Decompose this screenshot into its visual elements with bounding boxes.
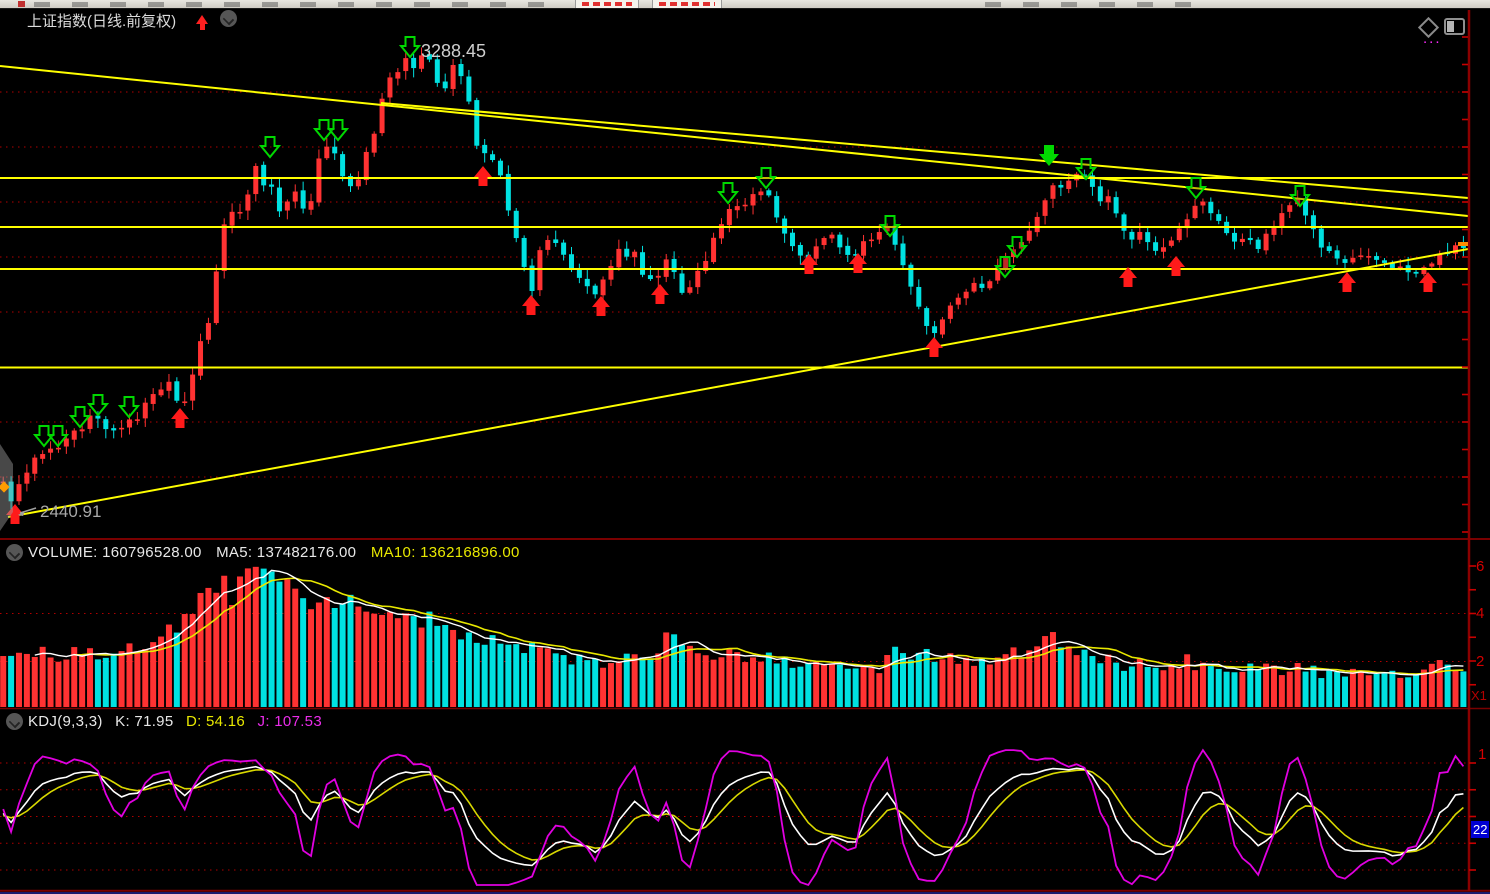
buy-arrow-icon (171, 408, 189, 428)
buy-arrow-icon (1419, 272, 1437, 292)
app-window: 上证指数(日线.前复权) ... 3288.45 2440.91 VOLUME:… (0, 0, 1490, 894)
volume-ma10-value: 136216896.00 (420, 544, 520, 561)
kdj-j-label: J: (258, 713, 270, 730)
sell-arrow-icon (89, 395, 107, 415)
kdj-header: KDJ(9,3,3) K: 71.95 D: 54.16 J: 107.53 (28, 713, 322, 730)
buy-arrow-icon (592, 296, 610, 316)
low-price-label: 2440.91 (40, 502, 101, 522)
volume-ma10-label: MA10: (371, 544, 416, 561)
buy-arrow-icon (522, 295, 540, 315)
menu-button-2[interactable] (652, 0, 722, 8)
menu-button-1[interactable] (575, 0, 639, 8)
buy-arrow-icon (1167, 256, 1185, 276)
kdj-j-value: 107.53 (274, 713, 322, 730)
gridlines (0, 92, 1468, 870)
volume-header: VOLUME: 160796528.00 MA5: 137482176.00 M… (28, 544, 520, 561)
sell-arrow-icon (1187, 178, 1205, 198)
sell-arrow-icon (120, 397, 138, 417)
kdj-d-value: 54.16 (206, 713, 245, 730)
chart-canvas[interactable] (0, 0, 1490, 894)
buy-arrow-icon (925, 337, 943, 357)
kdj-label: KDJ(9,3,3) (28, 713, 103, 730)
more-dots-icon[interactable]: ... (1423, 36, 1442, 42)
candlesticks (1, 48, 1466, 511)
right-axis (1462, 10, 1476, 891)
menu-app-icon (18, 1, 25, 7)
sell-arrow-icon (757, 168, 775, 188)
volume-ma5-value: 137482176.00 (257, 544, 357, 561)
buy-arrow-icon (474, 166, 492, 186)
trend-up-icon (196, 11, 208, 29)
split-window-icon[interactable] (1444, 18, 1465, 35)
collapse-volume-icon[interactable] (6, 544, 23, 566)
volume-label: VOLUME: (28, 544, 98, 561)
kdj-k-value: 71.95 (134, 713, 173, 730)
kdj-d-label: D: (186, 713, 202, 730)
volume-bars (0, 567, 1466, 707)
collapse-main-chart-icon[interactable] (220, 10, 237, 32)
sell-arrow-icon (261, 137, 279, 157)
menu-bar[interactable] (0, 0, 1490, 9)
sell-arrow-icon (71, 407, 89, 427)
sell-arrow-icon (401, 37, 419, 57)
overlay-markers (0, 242, 1468, 531)
peak-price-label: 3288.45 (421, 41, 486, 62)
volume-ma5-label: MA5: (216, 544, 252, 561)
sell-arrow-icon (719, 183, 737, 203)
buy-arrow-icon (1338, 272, 1356, 292)
sell-arrow-icon (329, 120, 347, 140)
kdj-k-label: K: (115, 713, 130, 730)
trendlines (0, 66, 1468, 517)
collapse-kdj-icon[interactable] (6, 713, 23, 735)
volume-value: 160796528.00 (102, 544, 202, 561)
chart-title: 上证指数(日线.前复权) (27, 10, 176, 31)
sell-arrow-icon (1008, 237, 1026, 257)
menu-items-clipped-right[interactable] (985, 2, 1210, 7)
menu-items-clipped[interactable] (34, 2, 554, 7)
kdj-lines (3, 750, 1463, 885)
signal-arrows (6, 37, 1437, 524)
buy-arrow-icon (651, 284, 669, 304)
